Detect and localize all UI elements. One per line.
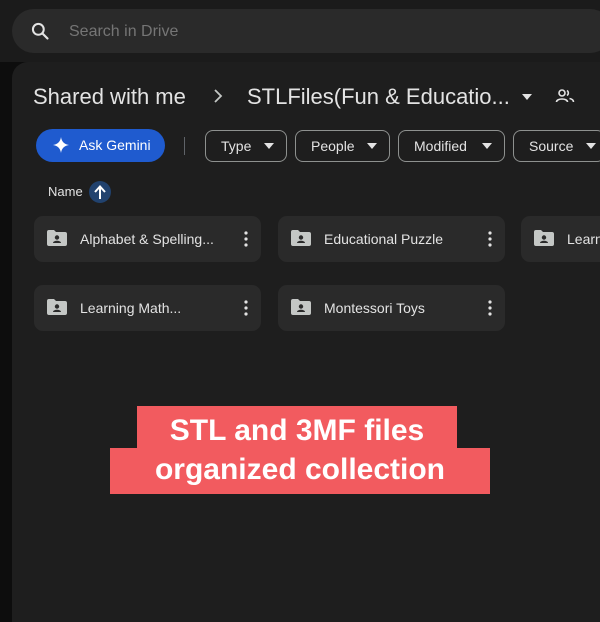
column-header-name[interactable]: Name [48, 184, 83, 199]
breadcrumb-shared-with-me[interactable]: Shared with me [33, 84, 186, 110]
folder-card[interactable]: Educational Puzzle [278, 216, 505, 262]
filter-label: Source [529, 138, 574, 154]
more-options-icon[interactable] [244, 300, 248, 316]
caret-down-icon [586, 143, 596, 149]
caret-down-icon [264, 143, 274, 149]
folder-name: Learning Math... [80, 300, 182, 316]
filter-modified-button[interactable]: Modified [398, 130, 505, 162]
more-options-icon[interactable] [244, 231, 248, 247]
promo-banner-line-2: organized collection [110, 448, 490, 494]
toolbar-divider [184, 137, 185, 155]
folder-card[interactable]: Montessori Toys [278, 285, 505, 331]
shared-folder-icon [291, 299, 311, 315]
people-icon[interactable] [555, 88, 575, 104]
filter-people-button[interactable]: People [295, 130, 390, 162]
caret-down-icon[interactable] [520, 92, 534, 102]
shared-folder-icon [47, 299, 67, 315]
filter-source-button[interactable]: Source [513, 130, 600, 162]
filter-label: People [311, 138, 355, 154]
filter-label: Modified [414, 138, 467, 154]
gemini-spark-icon [53, 137, 69, 153]
more-options-icon[interactable] [488, 231, 492, 247]
arrow-up-icon [94, 185, 106, 199]
filter-label: Type [221, 138, 252, 154]
folder-card[interactable]: Learning Math... [34, 285, 261, 331]
folder-name: Learn [567, 231, 600, 247]
folder-name: Alphabet & Spelling... [80, 231, 214, 247]
folder-card[interactable]: Alphabet & Spelling... [34, 216, 261, 262]
search-input[interactable] [67, 9, 471, 55]
search-icon[interactable] [30, 21, 50, 41]
chevron-right-icon [214, 89, 223, 103]
folder-card[interactable]: Learn [521, 216, 600, 262]
top-bar [0, 0, 600, 62]
shared-folder-icon [291, 230, 311, 246]
folder-name: Educational Puzzle [324, 231, 444, 247]
shared-folder-icon [534, 230, 554, 246]
search-box[interactable] [12, 9, 600, 55]
breadcrumb-current-folder[interactable]: STLFiles(Fun & Educatio... [247, 84, 510, 110]
more-options-icon[interactable] [488, 300, 492, 316]
filter-type-button[interactable]: Type [205, 130, 287, 162]
sort-direction-button[interactable] [89, 181, 111, 203]
caret-down-icon [482, 143, 492, 149]
shared-folder-icon [47, 230, 67, 246]
ask-gemini-button[interactable]: Ask Gemini [36, 129, 165, 162]
folder-name: Montessori Toys [324, 300, 425, 316]
caret-down-icon [367, 143, 377, 149]
ask-gemini-label: Ask Gemini [79, 137, 151, 153]
